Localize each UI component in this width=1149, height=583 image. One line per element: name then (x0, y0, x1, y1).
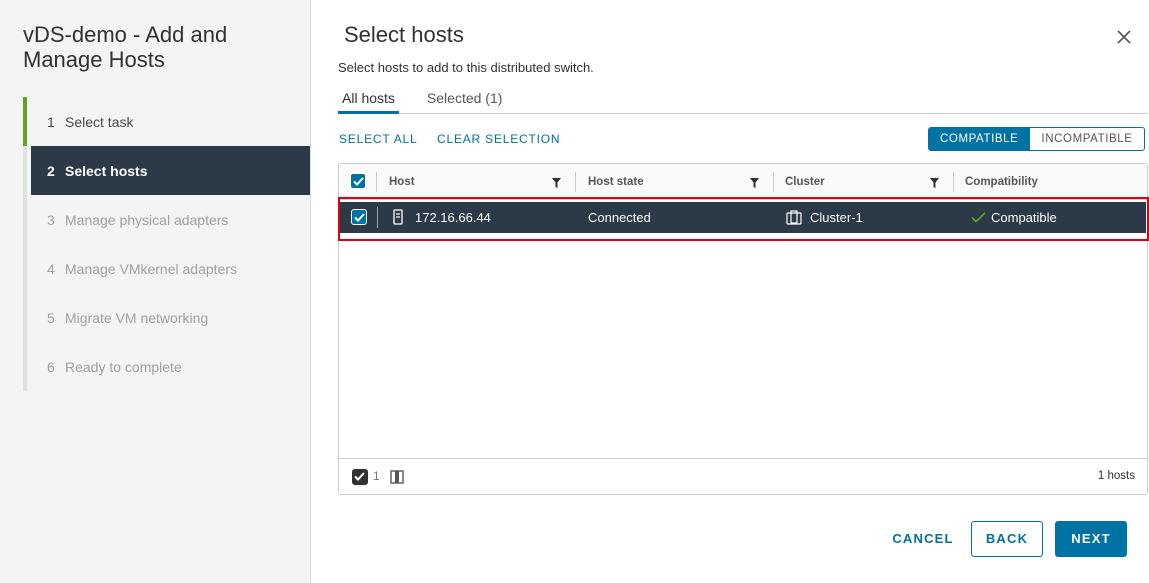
cancel-button[interactable]: CANCEL (888, 521, 958, 557)
filter-icon[interactable] (552, 178, 561, 188)
grid-header: Host Host state Cluster Compatibility (339, 164, 1147, 200)
step-number: 3 (47, 211, 55, 228)
page-subtitle: Select hosts to add to this distributed … (338, 60, 594, 75)
step-migrate-vm-networking: 5 Migrate VM networking (23, 293, 310, 342)
clear-selection-button[interactable]: CLEAR SELECTION (437, 132, 560, 146)
column-separator (773, 172, 774, 192)
step-label: Select task (65, 113, 134, 130)
checkmark-icon (353, 177, 364, 186)
selected-count-checkbox-icon (352, 469, 368, 485)
wizard-title: vDS-demo - Add and Manage Hosts (23, 22, 227, 72)
column-separator (953, 172, 954, 192)
tab-selected[interactable]: Selected (1) (423, 88, 506, 114)
step-label: Ready to complete (65, 358, 182, 375)
filter-icon[interactable] (930, 178, 939, 188)
filter-icon[interactable] (750, 178, 759, 188)
step-label: Select hosts (65, 162, 148, 179)
step-number: 2 (47, 162, 55, 179)
wizard-sidebar: vDS-demo - Add and Manage Hosts 1 Select… (0, 0, 311, 583)
step-number: 4 (47, 260, 55, 277)
column-toggle-icon[interactable] (390, 469, 404, 485)
select-all-checkbox[interactable] (350, 173, 366, 189)
back-button[interactable]: BACK (971, 521, 1043, 557)
column-separator (376, 172, 377, 192)
step-manage-physical-adapters: 3 Manage physical adapters (23, 195, 310, 244)
step-label: Migrate VM networking (65, 309, 209, 326)
wizard-title-line1: vDS-demo - Add and (23, 22, 228, 47)
step-select-task[interactable]: 1 Select task (23, 97, 310, 146)
selected-count: 1 (373, 469, 380, 483)
column-header-compatibility[interactable]: Compatibility (965, 164, 1038, 200)
step-number: 5 (47, 309, 55, 326)
host-tabs: All hosts Selected (1) (338, 88, 1148, 114)
tab-all-hosts[interactable]: All hosts (338, 88, 399, 114)
incompatible-toggle-button[interactable]: INCOMPATIBLE (1029, 128, 1144, 150)
step-select-hosts[interactable]: 2 Select hosts (31, 146, 310, 195)
wizard-title-line2: Manage Hosts (23, 47, 165, 72)
next-button[interactable]: NEXT (1055, 521, 1127, 557)
close-icon[interactable] (1115, 28, 1133, 46)
column-header-cluster[interactable]: Cluster (785, 164, 825, 200)
step-manage-vmkernel-adapters: 4 Manage VMkernel adapters (23, 244, 310, 293)
total-hosts: 1 hosts (1097, 470, 1135, 482)
wizard-steps: 1 Select task 2 Select hosts 3 Manage ph… (23, 97, 310, 391)
row-highlight-box (338, 197, 1149, 241)
step-label: Manage physical adapters (65, 211, 229, 228)
compatible-toggle-button[interactable]: COMPATIBLE (929, 128, 1030, 150)
column-separator (575, 172, 576, 192)
column-header-host[interactable]: Host (389, 164, 415, 200)
grid-footer: 1 1 hosts (339, 458, 1147, 494)
step-ready-to-complete: 6 Ready to complete (23, 342, 310, 391)
column-header-host-state[interactable]: Host state (588, 164, 644, 200)
select-all-button[interactable]: SELECT ALL (339, 132, 418, 146)
step-number: 6 (47, 358, 55, 375)
compatibility-toggle: COMPATIBLE INCOMPATIBLE (928, 127, 1145, 151)
page-title: Select hosts (344, 22, 464, 47)
step-number: 1 (47, 113, 55, 130)
step-label: Manage VMkernel adapters (65, 260, 237, 277)
checkmark-icon (354, 472, 365, 481)
